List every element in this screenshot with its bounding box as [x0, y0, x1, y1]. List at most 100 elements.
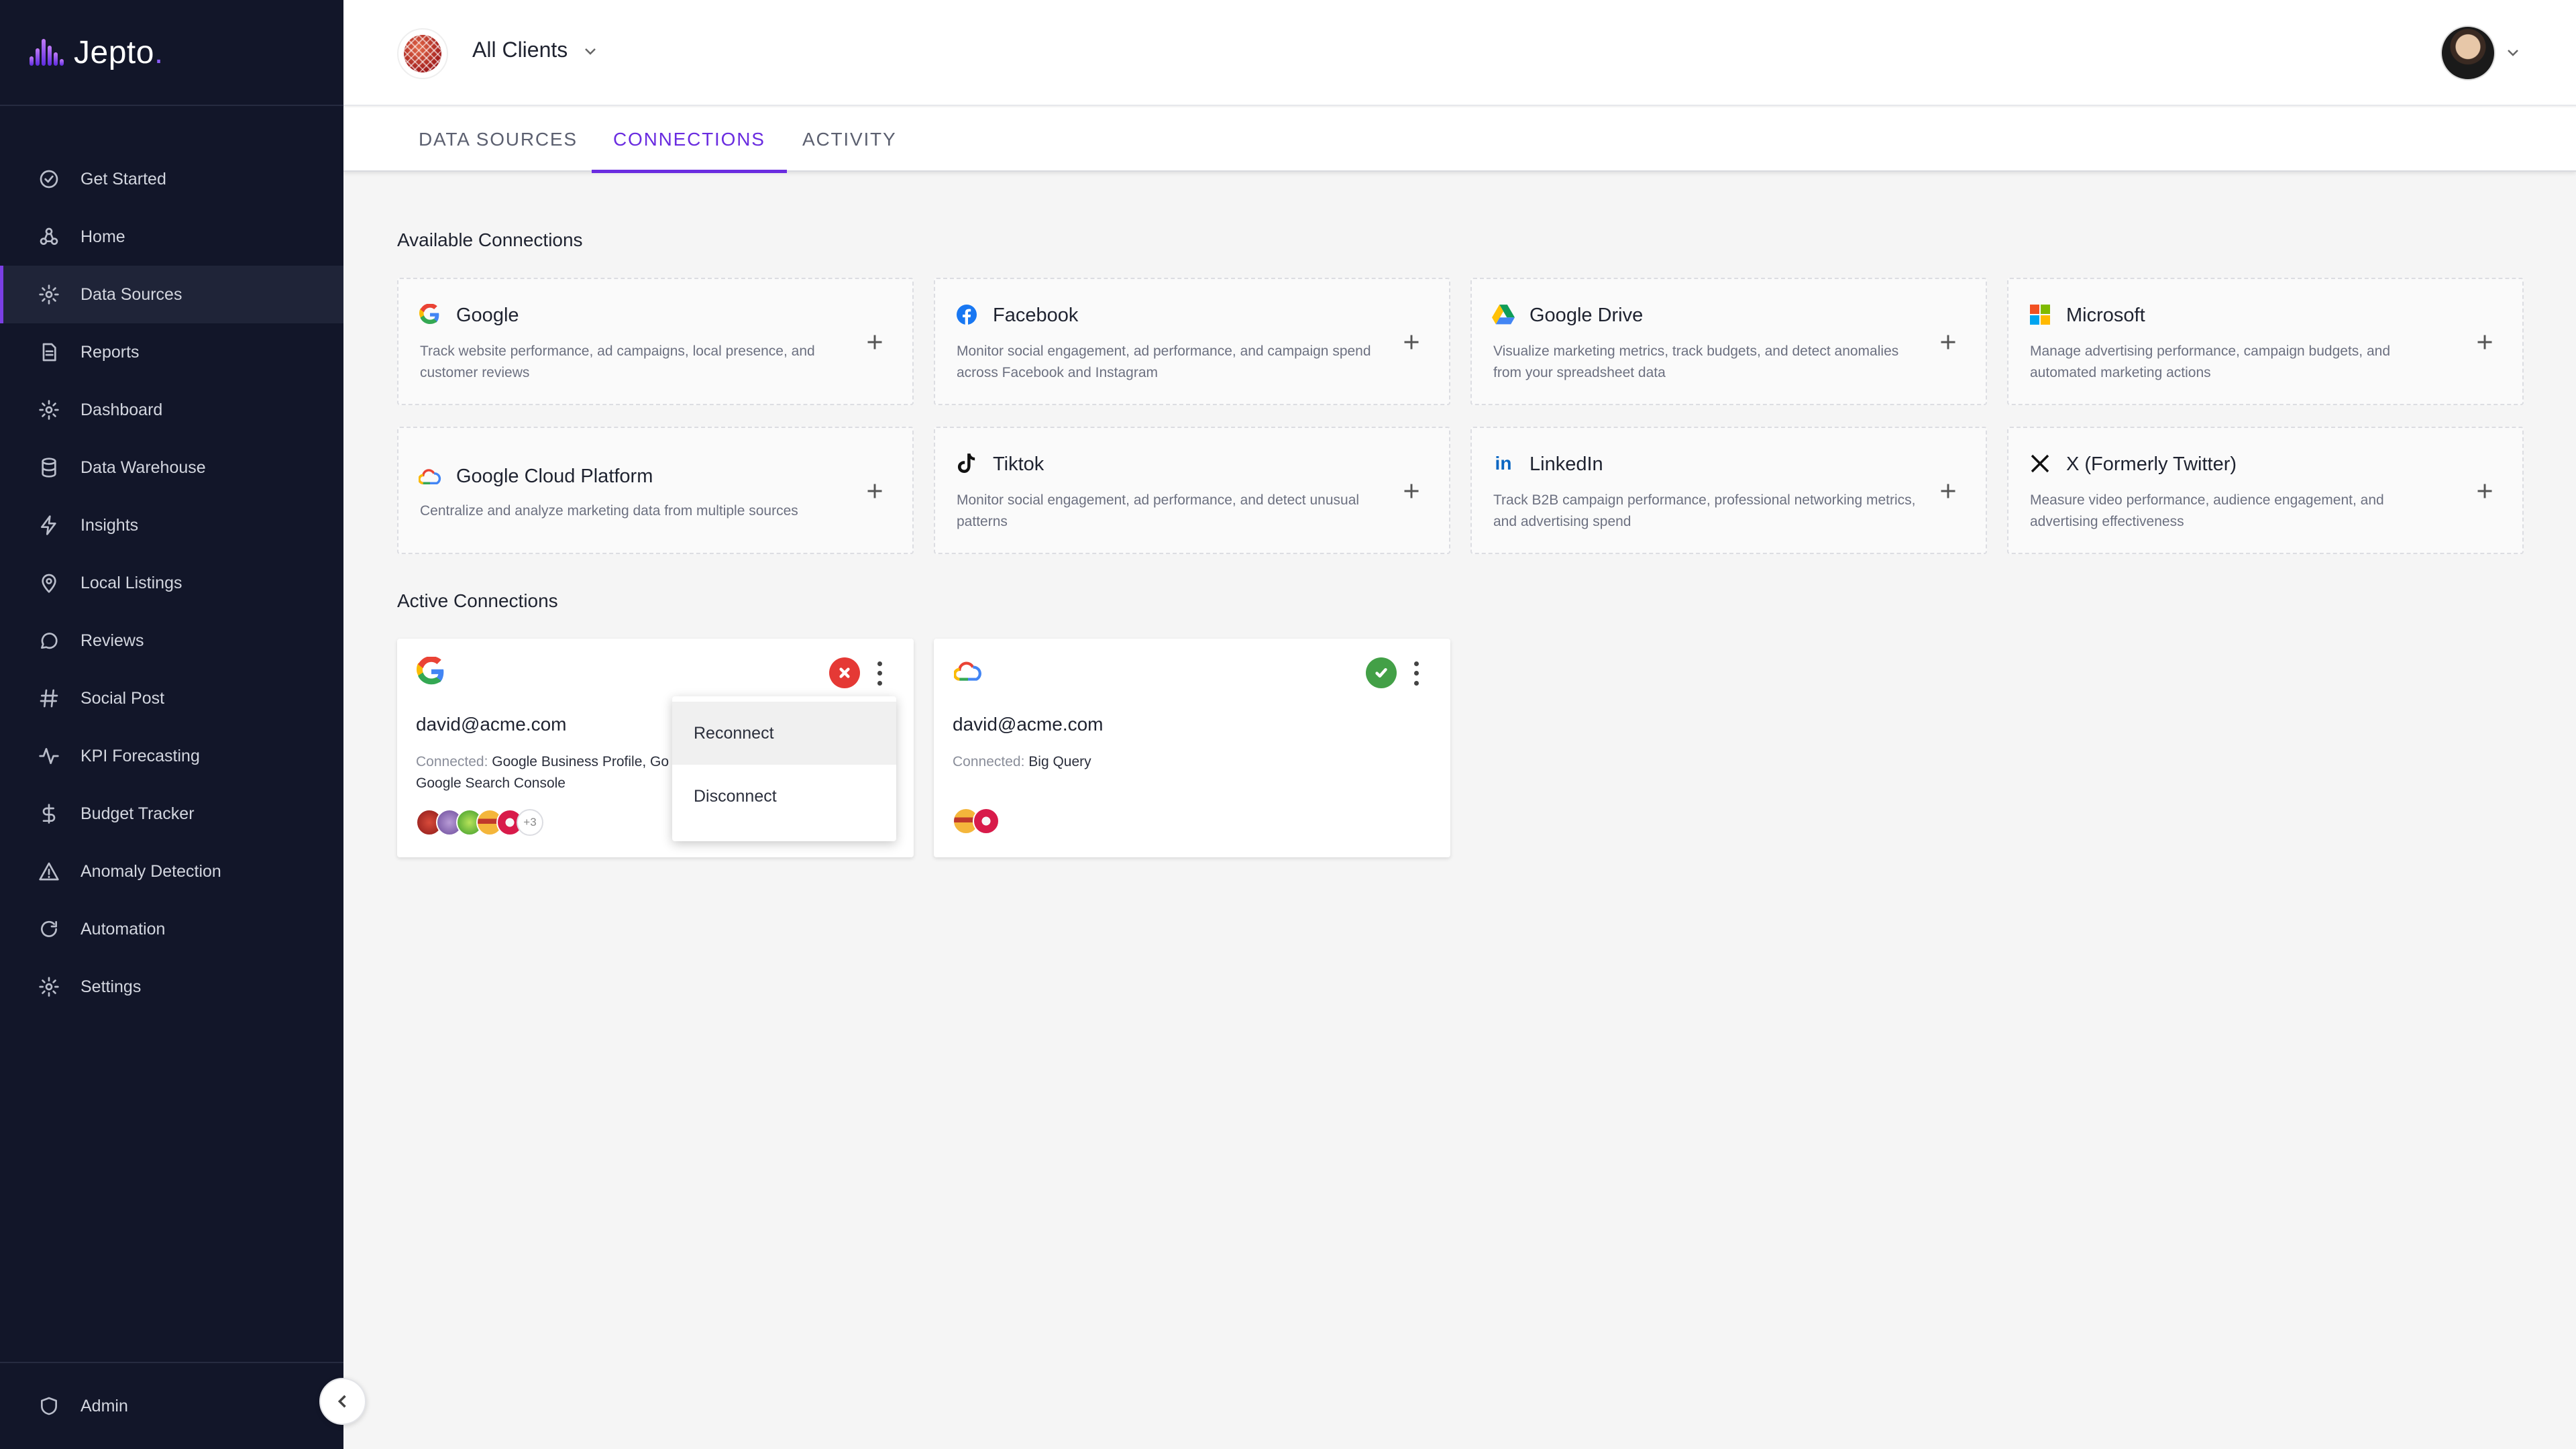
- google-cloud-icon: [419, 466, 441, 488]
- plus-icon: [2477, 484, 2492, 498]
- sidebar-item-get-started[interactable]: Get Started: [0, 150, 343, 208]
- card-title: Tiktok: [993, 453, 1044, 475]
- client-selector[interactable]: All Clients: [472, 38, 568, 62]
- sidebar-item-label: Data Sources: [80, 284, 182, 304]
- sidebar-item-label: Reports: [80, 342, 140, 362]
- sidebar-item-label: KPI Forecasting: [80, 746, 200, 765]
- sidebar-item-social-post[interactable]: Social Post: [0, 669, 343, 727]
- sidebar-nav: Get Started Home Data Sources Reports Da…: [0, 106, 343, 1016]
- gear-icon: [38, 398, 60, 421]
- sidebar-item-local-listings[interactable]: Local Listings: [0, 554, 343, 612]
- chevron-down-icon[interactable]: [2505, 44, 2521, 64]
- available-card-linkedin: in LinkedIn Track B2B campaign performan…: [1470, 427, 1987, 554]
- sidebar-item-data-sources[interactable]: Data Sources: [0, 266, 343, 323]
- chat-bubble-icon: [38, 629, 60, 652]
- plus-icon: [867, 335, 882, 350]
- card-title: Microsoft: [2066, 305, 2145, 326]
- lightning-icon: [38, 514, 60, 537]
- sidebar-item-reviews[interactable]: Reviews: [0, 612, 343, 669]
- chevron-left-icon: [337, 1395, 346, 1408]
- success-status-icon[interactable]: [1366, 657, 1397, 688]
- sidebar: Jepto. Get Started Home Data Sources Rep…: [0, 0, 343, 1449]
- client-logo[interactable]: [397, 28, 448, 79]
- active-connections-title: Active Connections: [397, 590, 558, 611]
- card-description: Measure video performance, audience enga…: [2030, 492, 2384, 529]
- sidebar-item-data-warehouse[interactable]: Data Warehouse: [0, 439, 343, 496]
- sidebar-item-label: Reviews: [80, 631, 144, 650]
- add-tiktok-button[interactable]: [1398, 478, 1425, 504]
- sidebar-item-budget-tracker[interactable]: Budget Tracker: [0, 785, 343, 843]
- top-header: All Clients: [343, 0, 2576, 106]
- add-microsoft-button[interactable]: [2471, 329, 2498, 356]
- shield-icon: [38, 1395, 60, 1417]
- connection-options-menu: Reconnect Disconnect: [672, 696, 896, 841]
- active-connection-card-google-cloud: david@acme.com Connected: Big Query: [934, 639, 1450, 857]
- card-title: Google Cloud Platform: [456, 466, 653, 487]
- sidebar-item-admin[interactable]: Admin: [0, 1362, 343, 1449]
- card-title: Facebook: [993, 305, 1079, 326]
- plus-icon: [1941, 335, 1955, 350]
- linked-clients-avatars[interactable]: +3: [416, 808, 543, 837]
- sidebar-item-kpi-forecasting[interactable]: KPI Forecasting: [0, 727, 343, 785]
- add-facebook-button[interactable]: [1398, 329, 1425, 356]
- error-status-icon[interactable]: [829, 657, 860, 688]
- card-title: Google: [456, 305, 519, 326]
- chevron-down-icon[interactable]: [582, 43, 598, 62]
- available-card-tiktok: Tiktok Monitor social engagement, ad per…: [934, 427, 1450, 554]
- client-ball-icon: [404, 35, 441, 72]
- gear-icon: [38, 975, 60, 998]
- available-connections-title: Available Connections: [397, 229, 583, 250]
- collapse-sidebar-button[interactable]: [319, 1378, 366, 1425]
- card-description: Monitor social engagement, ad performanc…: [957, 492, 1360, 529]
- card-description: Track B2B campaign performance, professi…: [1493, 492, 1916, 529]
- google-icon: [419, 303, 441, 326]
- plus-icon: [1941, 484, 1955, 498]
- card-description: Centralize and analyze marketing data fr…: [420, 503, 798, 519]
- home-nodes-icon: [38, 225, 60, 248]
- dollar-icon: [38, 802, 60, 825]
- user-avatar[interactable]: [2440, 25, 2496, 80]
- plus-icon: [867, 484, 882, 498]
- connected-services: Connected: Big Query: [953, 754, 1091, 769]
- sidebar-item-label: Insights: [80, 515, 139, 535]
- linked-clients-avatars[interactable]: [953, 806, 1000, 836]
- sidebar-item-settings[interactable]: Settings: [0, 958, 343, 1016]
- add-google-button[interactable]: [861, 329, 888, 356]
- add-linkedin-button[interactable]: [1935, 478, 1962, 504]
- map-pin-icon: [38, 572, 60, 594]
- google-drive-icon: [1492, 303, 1515, 326]
- tab-bar: DATA SOURCES CONNECTIONS ACTIVITY: [343, 107, 2576, 173]
- tab-activity[interactable]: ACTIVITY: [802, 107, 896, 172]
- more-options-button[interactable]: [1406, 659, 1426, 688]
- sidebar-item-automation[interactable]: Automation: [0, 900, 343, 958]
- add-x-button[interactable]: [2471, 478, 2498, 504]
- sidebar-item-label: Automation: [80, 919, 166, 938]
- reconnect-menu-item[interactable]: Reconnect: [672, 702, 896, 765]
- warning-triangle-icon: [38, 860, 60, 883]
- microsoft-icon: [2029, 303, 2051, 326]
- sidebar-item-home[interactable]: Home: [0, 208, 343, 266]
- sidebar-item-label: Settings: [80, 977, 142, 996]
- logo-mark-icon: [30, 36, 64, 68]
- sidebar-item-insights[interactable]: Insights: [0, 496, 343, 554]
- tab-data-sources[interactable]: DATA SOURCES: [419, 107, 578, 172]
- available-card-microsoft: Microsoft Manage advertising performance…: [2007, 278, 2524, 405]
- more-clients-badge[interactable]: +3: [517, 809, 543, 836]
- brand-name: Jepto.: [74, 34, 164, 70]
- connection-email: david@acme.com: [953, 714, 1104, 735]
- brand-logo[interactable]: Jepto.: [0, 0, 343, 106]
- pulse-icon: [38, 745, 60, 767]
- more-options-button[interactable]: [869, 659, 890, 688]
- sidebar-item-reports[interactable]: Reports: [0, 323, 343, 381]
- disconnect-menu-item[interactable]: Disconnect: [672, 765, 896, 828]
- sidebar-item-dashboard[interactable]: Dashboard: [0, 381, 343, 439]
- sidebar-item-label: Local Listings: [80, 573, 182, 592]
- add-google-drive-button[interactable]: [1935, 329, 1962, 356]
- available-card-google-cloud-platform: Google Cloud Platform Centralize and ana…: [397, 427, 914, 554]
- card-description: Visualize marketing metrics, track budge…: [1493, 343, 1899, 380]
- tab-connections[interactable]: CONNECTIONS: [592, 107, 787, 173]
- document-icon: [38, 341, 60, 364]
- add-google-cloud-button[interactable]: [861, 478, 888, 504]
- sidebar-item-anomaly-detection[interactable]: Anomaly Detection: [0, 843, 343, 900]
- sidebar-item-label: Data Warehouse: [80, 458, 206, 477]
